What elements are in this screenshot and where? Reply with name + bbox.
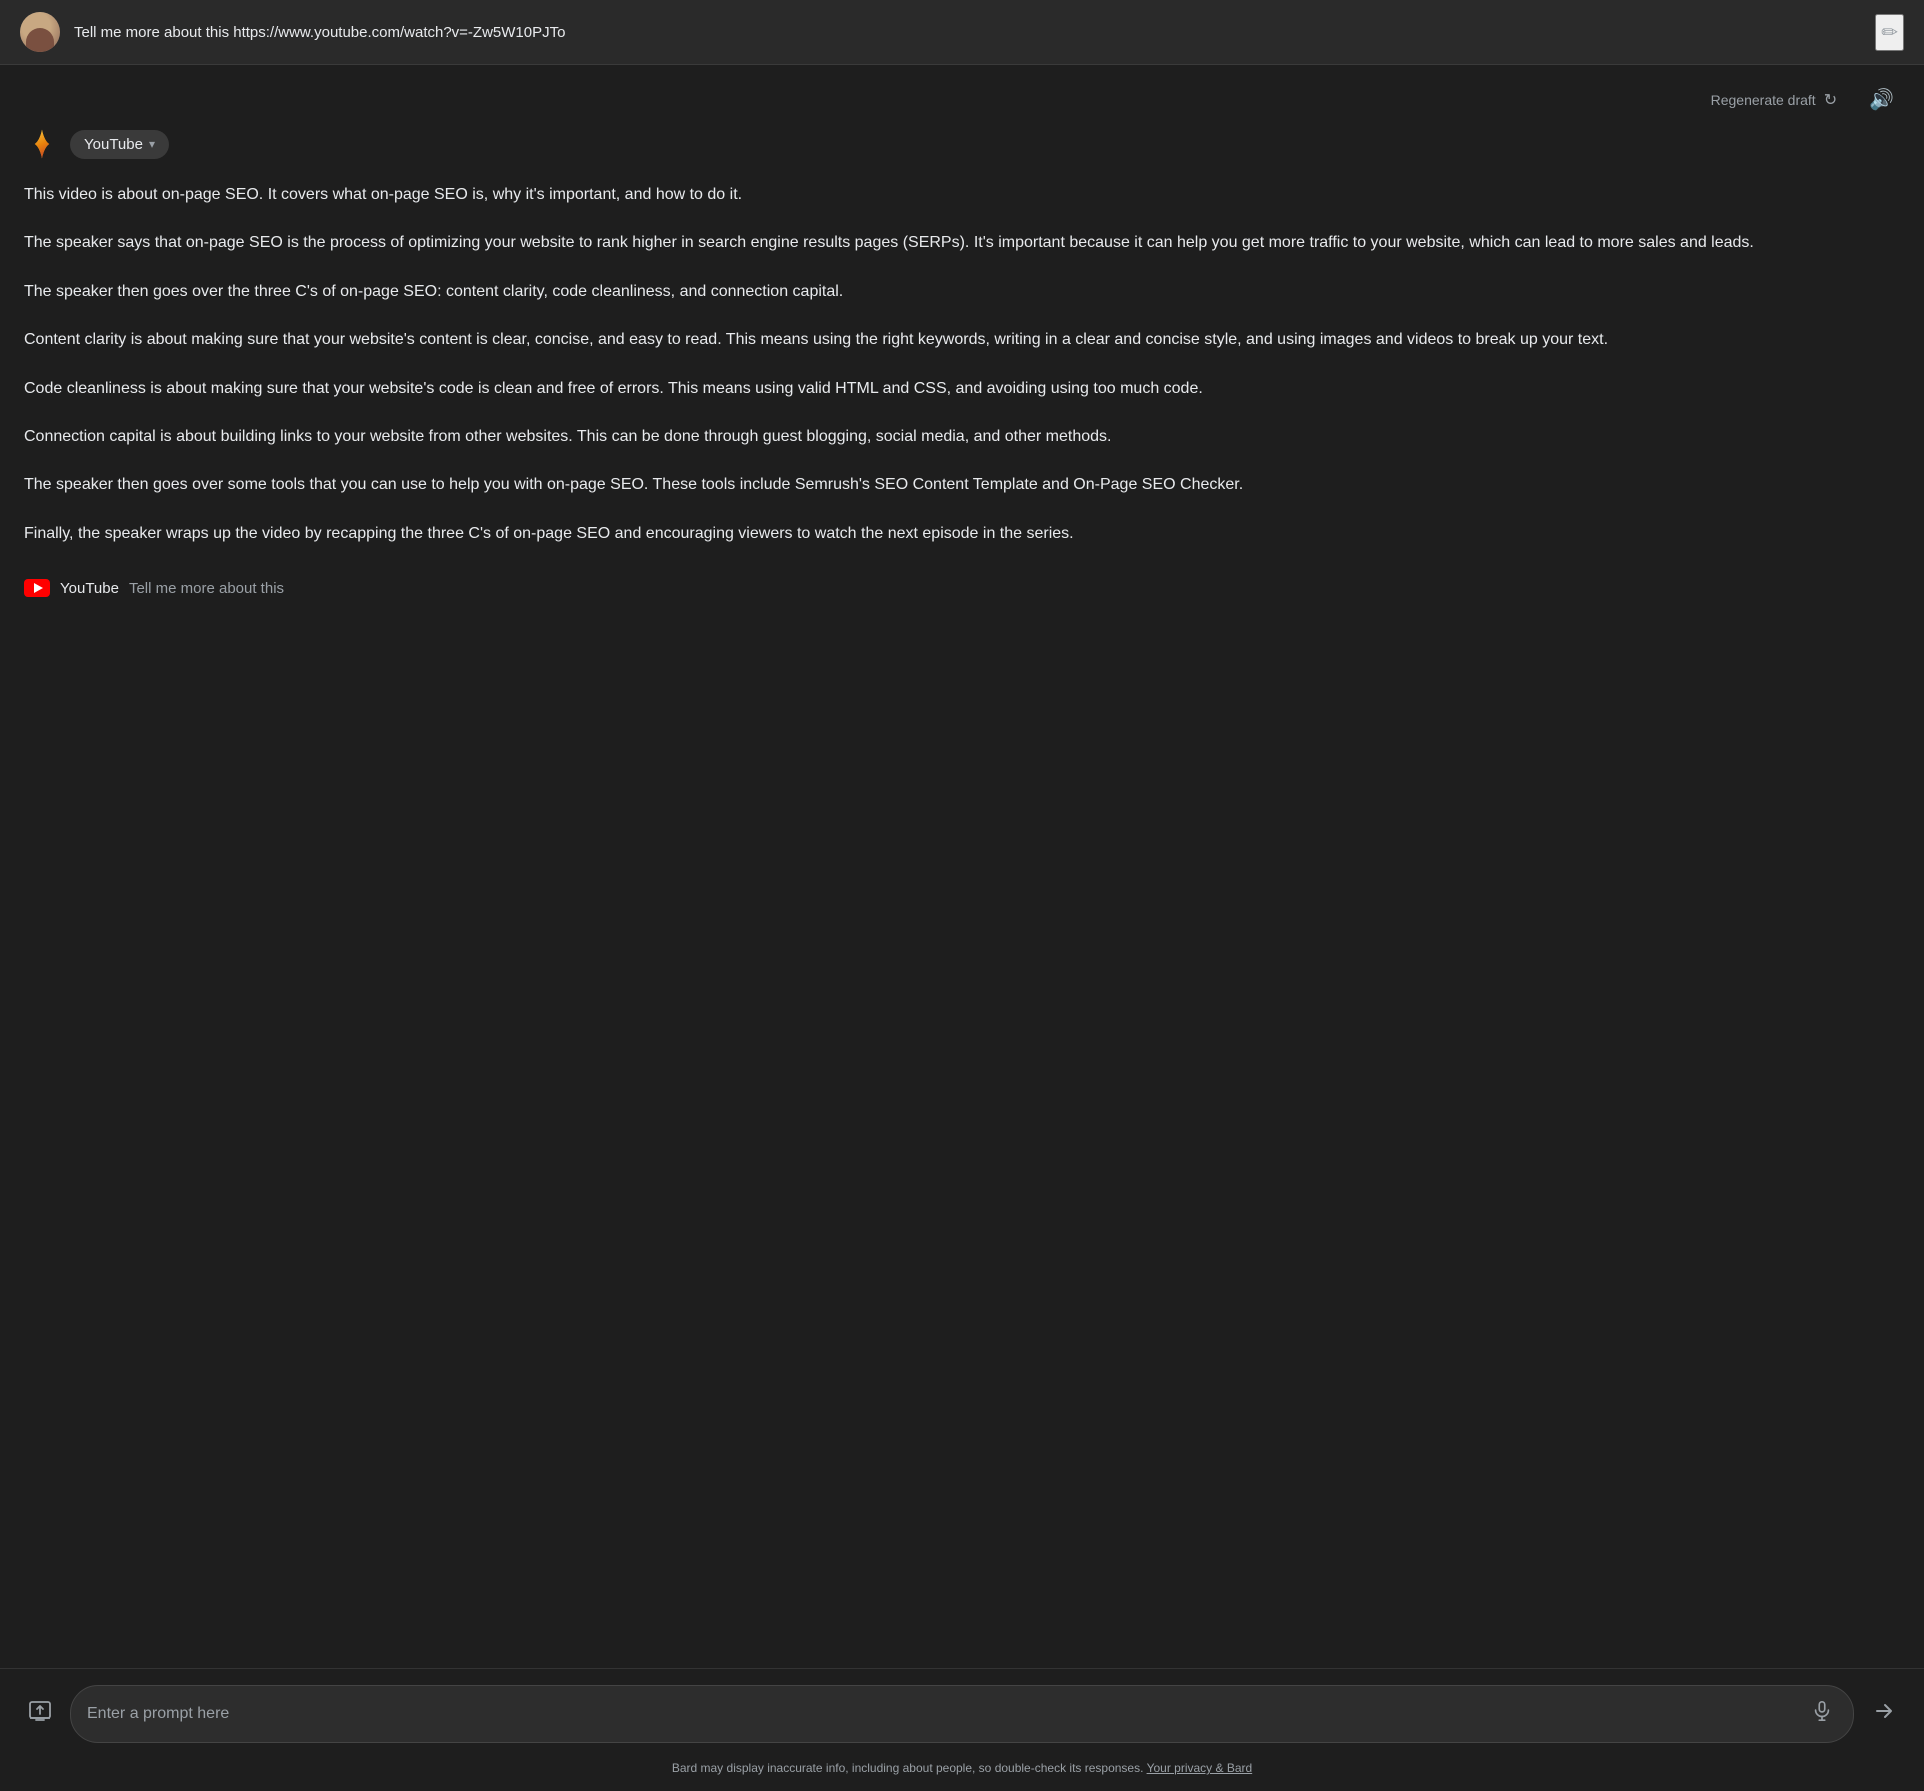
disclaimer: Bard may display inaccurate info, includ… — [0, 1751, 1924, 1791]
volume-button[interactable]: 🔊 — [1863, 81, 1900, 118]
send-button[interactable] — [1864, 1691, 1904, 1737]
response-paragraph-8: Finally, the speaker wraps up the video … — [24, 521, 1900, 547]
source-pill-button[interactable]: YouTube ▾ — [70, 130, 169, 159]
avatar — [20, 12, 60, 52]
response-paragraph-7: The speaker then goes over some tools th… — [24, 472, 1900, 498]
source-pill-label: YouTube — [84, 136, 143, 153]
content-area: Regenerate draft ↻ 🔊 YouTube — [0, 65, 1924, 1668]
response-paragraph-4: Content clarity is about making sure tha… — [24, 327, 1900, 353]
chevron-down-icon: ▾ — [149, 137, 155, 151]
response-paragraph-1: This video is about on-page SEO. It cove… — [24, 182, 1900, 208]
response-paragraph-6: Connection capital is about building lin… — [24, 424, 1900, 450]
send-icon — [1872, 1699, 1896, 1723]
prompt-input[interactable] — [87, 1705, 1797, 1723]
youtube-play-icon — [34, 583, 43, 593]
source-ref-link[interactable]: Tell me more about this — [129, 580, 284, 597]
refresh-icon: ↻ — [1824, 90, 1837, 110]
response-paragraph-2: The speaker says that on-page SEO is the… — [24, 230, 1900, 256]
microphone-button[interactable] — [1807, 1696, 1837, 1732]
header: Tell me more about this https://www.yout… — [0, 0, 1924, 65]
image-upload-icon — [28, 1699, 52, 1723]
disclaimer-text: Bard may display inaccurate info, includ… — [672, 1761, 1144, 1775]
header-title: Tell me more about this https://www.yout… — [74, 24, 1861, 41]
youtube-icon — [24, 579, 50, 597]
input-row — [20, 1685, 1904, 1743]
edit-button[interactable]: ✏ — [1875, 14, 1904, 51]
input-area — [0, 1668, 1924, 1751]
source-reference: YouTube Tell me more about this — [24, 571, 1900, 597]
image-upload-button[interactable] — [20, 1691, 60, 1737]
response-paragraph-5: Code cleanliness is about making sure th… — [24, 376, 1900, 402]
source-badge-row: YouTube ▾ — [24, 126, 1900, 162]
gemini-star-icon — [24, 126, 60, 162]
microphone-icon — [1811, 1700, 1833, 1722]
source-ref-brand: YouTube — [60, 580, 119, 597]
privacy-link[interactable]: Your privacy & Bard — [1147, 1761, 1253, 1775]
top-bar: Regenerate draft ↻ 🔊 — [0, 65, 1924, 126]
response-paragraph-3: The speaker then goes over the three C's… — [24, 279, 1900, 305]
regenerate-label: Regenerate draft — [1711, 92, 1816, 108]
regenerate-button[interactable]: Regenerate draft ↻ — [1701, 84, 1847, 116]
response-text: This video is about on-page SEO. It cove… — [24, 182, 1900, 547]
input-pill — [70, 1685, 1854, 1743]
response-container: YouTube ▾ This video is about on-page SE… — [0, 126, 1924, 621]
